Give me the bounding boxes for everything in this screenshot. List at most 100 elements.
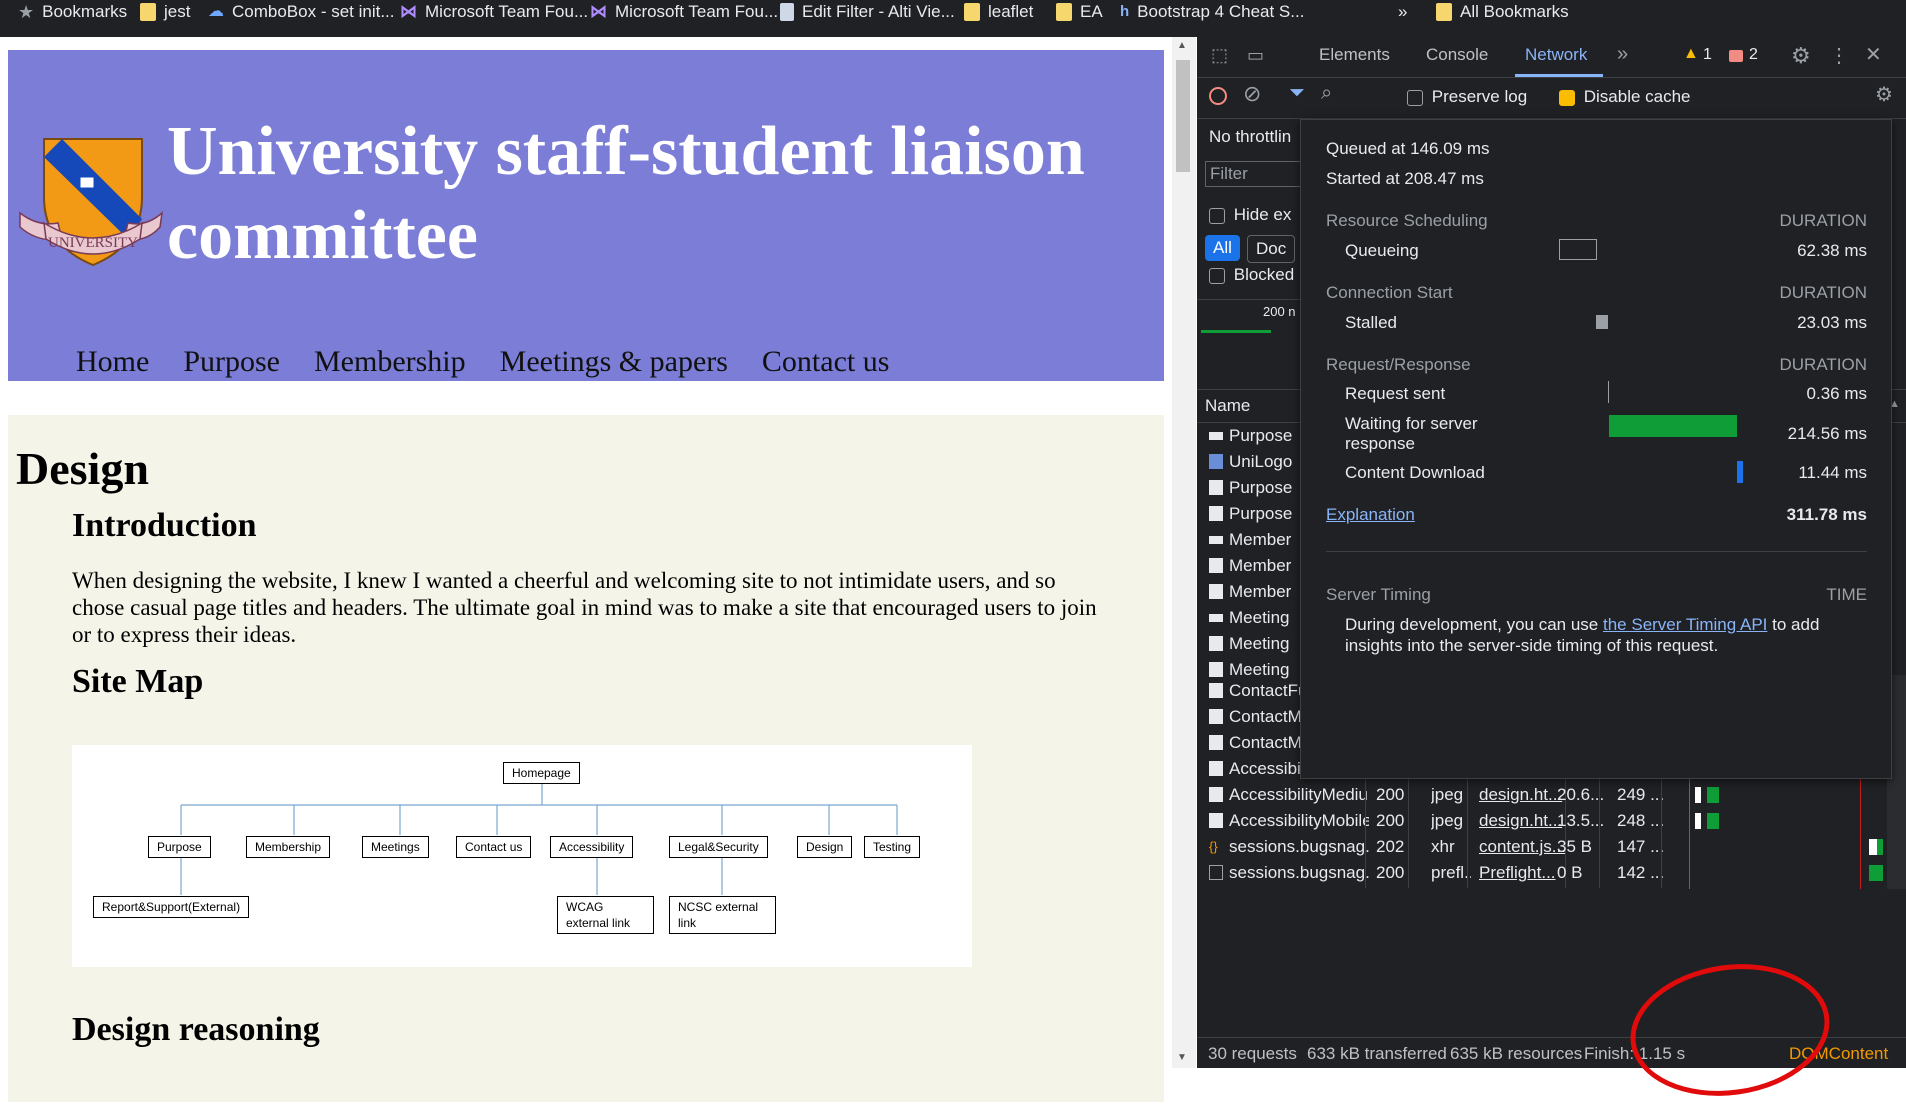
visual-studio-icon: ⋈ — [400, 2, 417, 21]
bookmark-combobox[interactable]: ☁ ComboBox - set init... — [208, 0, 395, 24]
name-column-header[interactable]: Name — [1205, 396, 1250, 416]
bookmark-ea[interactable]: EA — [1056, 0, 1103, 24]
content-download-value: 11.44 ms — [1798, 463, 1867, 482]
nav-home[interactable]: Home — [76, 345, 149, 379]
web-page: UNIVERSITY University staff-student liai… — [0, 37, 1172, 1102]
request-count: 30 requests — [1208, 1044, 1297, 1063]
duration-label: DURATION — [1779, 355, 1867, 374]
blocked-toggle[interactable]: Blocked — [1209, 265, 1294, 285]
folder-icon — [140, 3, 156, 21]
sitemap-membership: Membership — [246, 836, 331, 858]
preflight-icon — [1209, 865, 1223, 880]
network-settings-icon[interactable]: ⚙ — [1875, 82, 1893, 107]
image-icon — [1209, 636, 1223, 651]
main-content: Design Introduction When designing the w… — [8, 415, 1164, 1102]
search-icon[interactable]: ⌕ — [1321, 82, 1332, 105]
image-icon — [1209, 683, 1223, 698]
page-scrollbar-thumb[interactable] — [1176, 60, 1190, 172]
image-icon — [1209, 735, 1223, 750]
device-toolbar-icon[interactable]: ▭ — [1247, 45, 1264, 66]
tab-console[interactable]: Console — [1426, 45, 1488, 65]
throttling-select[interactable]: No throttlin — [1209, 127, 1291, 147]
column-divider — [1408, 857, 1409, 888]
content-download-bar — [1737, 461, 1743, 483]
sitemap-homepage: Homepage — [503, 762, 580, 784]
inspect-icon[interactable]: ⬚ — [1211, 45, 1228, 66]
page-scrollbar[interactable]: ▲ ▼ — [1172, 37, 1196, 1068]
blocked-checkbox[interactable] — [1209, 267, 1225, 284]
tab-network[interactable]: Network — [1525, 45, 1587, 65]
record-icon[interactable] — [1209, 87, 1227, 105]
network-toolbar: ⊘ ⏷ ⌕ Preserve log Disable cache ⚙ — [1197, 78, 1906, 119]
preserve-log-toggle[interactable]: Preserve log — [1407, 87, 1527, 107]
content-download-label: Content Download — [1345, 463, 1485, 482]
error-icon[interactable] — [1729, 50, 1743, 62]
queueing-value: 62.38 ms — [1797, 241, 1867, 260]
tab-elements[interactable]: Elements — [1319, 45, 1390, 65]
type-filter-all[interactable]: All — [1205, 235, 1240, 261]
column-divider — [1467, 857, 1468, 888]
stalled-label: Stalled — [1345, 313, 1397, 332]
bookmark-team-foundation-2[interactable]: ⋈ Microsoft Team Fou... — [590, 0, 778, 24]
bookmark-leaflet[interactable]: leaflet — [964, 0, 1033, 24]
h-icon: h — [1120, 3, 1130, 20]
warning-icon[interactable]: ▲ — [1683, 45, 1699, 63]
folder-icon — [1436, 3, 1452, 21]
bookmark-team-foundation-1[interactable]: ⋈ Microsoft Team Fou... — [400, 0, 588, 24]
warning-count: 1 — [1703, 46, 1712, 63]
scroll-down-icon[interactable]: ▼ — [1177, 1052, 1187, 1063]
overview-timeline[interactable]: 200 n — [1197, 299, 1307, 390]
disable-cache-checkbox[interactable] — [1559, 89, 1575, 106]
bookmark-bootstrap[interactable]: h Bootstrap 4 Cheat S... — [1120, 0, 1304, 24]
hide-extension-checkbox[interactable] — [1209, 207, 1225, 224]
waterfall-bar — [1869, 839, 1883, 855]
scroll-up-icon[interactable]: ▲ — [1177, 40, 1187, 51]
svg-text:UNIVERSITY: UNIVERSITY — [48, 235, 138, 251]
table-row[interactable]: sessions.bugsnag.c... 200 prefl... Prefligh… — [1197, 857, 1906, 888]
nav-purpose[interactable]: Purpose — [183, 345, 280, 379]
queued-at: Queued at 146.09 ms — [1326, 139, 1490, 158]
clear-icon[interactable]: ⊘ — [1243, 81, 1261, 107]
nav-membership[interactable]: Membership — [314, 345, 466, 379]
more-tabs-icon[interactable]: » — [1617, 43, 1628, 66]
sitemap-contact: Contact us — [456, 836, 532, 858]
bookmark-bookmarks[interactable]: ★ Bookmarks — [18, 0, 127, 24]
sitemap-report-support: Report&Support(External) — [93, 896, 250, 918]
cell-initiator[interactable]: Preflight... — [1479, 857, 1569, 888]
request-sent-bar — [1608, 381, 1609, 403]
close-devtools-icon[interactable]: ✕ — [1865, 42, 1882, 67]
kebab-menu-icon[interactable]: ⋮ — [1829, 43, 1849, 68]
active-tab-indicator — [1515, 74, 1603, 77]
bookmark-jest[interactable]: jest — [140, 0, 190, 24]
star-icon: ★ — [18, 2, 35, 22]
type-filter-doc[interactable]: Doc — [1247, 235, 1296, 263]
transferred-size: 633 kB transferred — [1307, 1044, 1447, 1063]
cell-type: prefl... — [1431, 863, 1471, 882]
explanation-link[interactable]: Explanation — [1326, 505, 1415, 525]
filter-input[interactable]: Filter — [1205, 161, 1311, 187]
waterfall-bar — [1869, 865, 1883, 881]
sitemap-accessibility: Accessibility — [550, 836, 634, 858]
intro-heading: Introduction — [72, 507, 257, 544]
document-icon — [1209, 536, 1223, 544]
bookmarks-overflow[interactable]: » — [1398, 0, 1407, 24]
column-divider — [1599, 857, 1600, 888]
sitemap-heading: Site Map — [72, 663, 204, 700]
all-bookmarks[interactable]: All Bookmarks — [1436, 0, 1569, 24]
bookmark-edit-filter[interactable]: Edit Filter - Alti Vie... — [780, 0, 955, 24]
hide-extension-toggle[interactable]: Hide ex — [1209, 205, 1291, 225]
folder-icon — [964, 3, 980, 21]
server-timing-api-link[interactable]: the Server Timing API — [1603, 615, 1767, 634]
image-icon — [1209, 584, 1223, 599]
waiting-value: 214.56 ms — [1787, 424, 1867, 443]
nav-meetings[interactable]: Meetings & papers — [500, 345, 728, 379]
server-timing-text: During development, you can use the Serv… — [1345, 615, 1820, 655]
nav-contact[interactable]: Contact us — [762, 345, 890, 379]
settings-gear-icon[interactable]: ⚙ — [1791, 43, 1811, 69]
duration-label: DURATION — [1779, 283, 1867, 302]
preserve-log-checkbox[interactable] — [1407, 89, 1423, 106]
overview-bar — [1201, 330, 1271, 333]
filter-icon[interactable]: ⏷ — [1289, 82, 1305, 105]
disable-cache-toggle[interactable]: Disable cache — [1559, 87, 1691, 107]
sitemap-wcag: WCAG external link — [557, 896, 654, 934]
